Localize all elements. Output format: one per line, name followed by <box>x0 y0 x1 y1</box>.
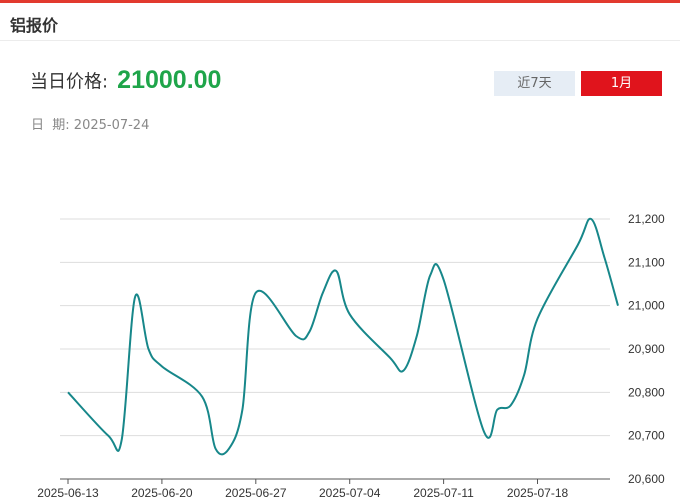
x-tick-label: 2025-06-27 <box>225 486 287 500</box>
x-tick-label: 2025-07-18 <box>507 486 569 500</box>
y-tick-label: 21,100 <box>628 255 665 269</box>
y-tick-label: 20,800 <box>628 385 665 399</box>
y-tick-label: 21,000 <box>628 299 665 313</box>
price-line-chart: 20,600 20,700 20,800 20,900 21,000 21,100 21,2… <box>37 212 665 500</box>
price-series-line <box>67 217 619 456</box>
y-tick-label: 20,700 <box>628 429 665 443</box>
x-tick-label: 2025-06-13 <box>37 486 99 500</box>
y-tick-label: 21,200 <box>628 212 665 226</box>
x-tick-label: 2025-07-04 <box>319 486 381 500</box>
x-tick-label: 2025-06-20 <box>131 486 193 500</box>
x-axis-ticks: 2025-06-13 2025-06-20 2025-06-27 2025-07-04… <box>37 479 569 500</box>
grid-lines <box>60 218 610 480</box>
y-tick-label: 20,900 <box>628 342 665 356</box>
x-tick-label: 2025-07-11 <box>413 486 474 500</box>
y-axis-ticks: 20,600 20,700 20,800 20,900 21,000 21,100 21,2… <box>628 212 665 486</box>
y-tick-label: 20,600 <box>628 472 665 486</box>
